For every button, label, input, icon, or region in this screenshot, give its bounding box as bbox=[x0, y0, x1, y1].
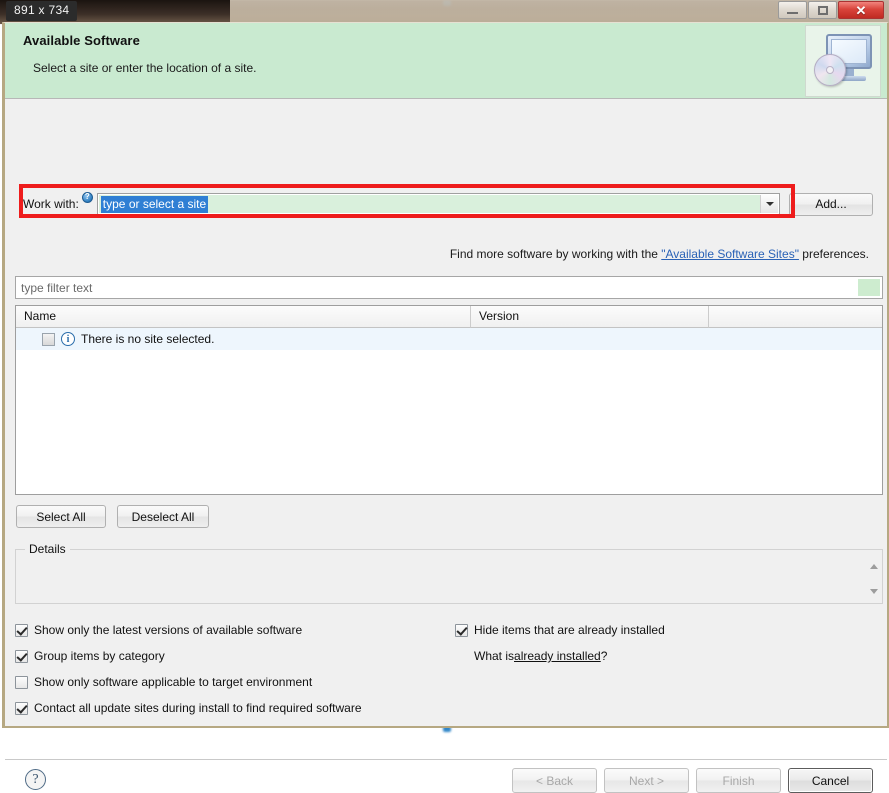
option-label: Show only the latest versions of availab… bbox=[34, 623, 303, 637]
maximize-button[interactable] bbox=[808, 1, 837, 19]
what-is-suffix: ? bbox=[600, 649, 608, 663]
maximize-icon bbox=[817, 5, 828, 15]
wizard-buttons: < Back Next > Finish Cancel bbox=[512, 768, 873, 793]
table-header: Name Version bbox=[16, 306, 882, 328]
finish-button[interactable]: Finish bbox=[696, 768, 781, 793]
selection-buttons: Select All Deselect All bbox=[16, 505, 209, 528]
work-with-combo[interactable]: type or select a site bbox=[96, 193, 780, 215]
cancel-button[interactable]: Cancel bbox=[788, 768, 873, 793]
minimize-button[interactable] bbox=[778, 1, 807, 19]
details-legend: Details bbox=[25, 542, 70, 556]
work-with-row: Work with: type or select a site Add... bbox=[23, 191, 873, 216]
work-with-input[interactable]: type or select a site bbox=[100, 195, 209, 213]
option-contact-all-update-sites[interactable]: Contact all update sites during install … bbox=[15, 695, 362, 721]
option-hide-installed[interactable]: Hide items that are already installed bbox=[455, 617, 665, 643]
available-software-sites-link[interactable]: "Available Software Sites" bbox=[661, 247, 799, 261]
page-title: Available Software bbox=[23, 33, 140, 48]
software-table[interactable]: Name Version i There is no site selected… bbox=[15, 305, 883, 495]
option-label: Contact all update sites during install … bbox=[34, 701, 362, 715]
combo-dropdown-button[interactable] bbox=[760, 195, 778, 213]
checkbox-hide-installed[interactable] bbox=[455, 623, 468, 637]
available-software-dialog: Available Software Select a site or ente… bbox=[2, 22, 889, 793]
window-controls: ✕ bbox=[778, 1, 884, 19]
close-icon: ✕ bbox=[855, 2, 867, 18]
find-more-software-text: Find more software by working with the "… bbox=[450, 247, 869, 261]
filter-placeholder: type filter text bbox=[21, 280, 93, 295]
chevron-down-icon bbox=[765, 202, 774, 206]
footer-separator bbox=[5, 759, 887, 760]
already-installed-link[interactable]: already installed bbox=[514, 649, 601, 663]
add-site-button[interactable]: Add... bbox=[789, 192, 873, 216]
checkbox-group-by-category[interactable] bbox=[15, 649, 28, 663]
disc-hole bbox=[826, 66, 834, 74]
what-is-prefix: What is bbox=[474, 649, 515, 663]
help-icon[interactable]: ? bbox=[25, 769, 46, 790]
details-frame bbox=[15, 549, 883, 604]
back-button[interactable]: < Back bbox=[512, 768, 597, 793]
option-label: Group items by category bbox=[34, 649, 165, 663]
details-group: Details bbox=[15, 542, 883, 604]
row-checkbox[interactable] bbox=[42, 332, 55, 346]
option-label: Hide items that are already installed bbox=[474, 623, 665, 637]
info-icon: i bbox=[61, 332, 75, 346]
what-is-already-installed-text: What is already installed? bbox=[455, 643, 665, 669]
next-button[interactable]: Next > bbox=[604, 768, 689, 793]
scroll-down-icon[interactable] bbox=[870, 589, 878, 594]
computer-disc-icon bbox=[805, 25, 881, 97]
page-subtitle: Select a site or enter the location of a… bbox=[33, 61, 257, 75]
option-group-by-category[interactable]: Group items by category bbox=[15, 643, 362, 669]
option-label: Show only software applicable to target … bbox=[34, 675, 313, 689]
options-left-column: Show only the latest versions of availab… bbox=[15, 617, 362, 721]
minimize-icon bbox=[787, 12, 798, 14]
column-header-version[interactable]: Version bbox=[471, 306, 709, 328]
deselect-all-button[interactable]: Deselect All bbox=[117, 505, 209, 528]
scroll-up-icon[interactable] bbox=[870, 564, 878, 569]
table-row[interactable]: i There is no site selected. bbox=[16, 328, 882, 350]
disc-icon bbox=[814, 54, 846, 86]
option-show-latest-versions[interactable]: Show only the latest versions of availab… bbox=[15, 617, 362, 643]
select-all-button[interactable]: Select All bbox=[16, 505, 106, 528]
table-row-name: There is no site selected. bbox=[81, 332, 215, 346]
find-more-prefix: Find more software by working with the bbox=[449, 247, 662, 261]
work-with-label: Work with: bbox=[23, 197, 79, 211]
checkbox-contact-all-update-sites[interactable] bbox=[15, 701, 28, 715]
info-icon bbox=[81, 191, 93, 203]
column-header-name[interactable]: Name bbox=[16, 306, 471, 328]
filter-input[interactable]: type filter text bbox=[15, 276, 883, 299]
dialog-header-banner: Available Software Select a site or ente… bbox=[5, 23, 887, 99]
checkbox-show-latest-versions[interactable] bbox=[15, 623, 28, 637]
option-target-environment[interactable]: Show only software applicable to target … bbox=[15, 669, 362, 695]
options-right-column: Hide items that are already installed Wh… bbox=[455, 617, 665, 669]
details-scrollbar[interactable] bbox=[868, 564, 880, 594]
filter-green-chip bbox=[858, 279, 880, 296]
checkbox-target-environment[interactable] bbox=[15, 675, 28, 689]
close-button[interactable]: ✕ bbox=[838, 1, 884, 19]
find-more-suffix: preferences. bbox=[798, 247, 869, 261]
window-size-badge: 891 x 734 bbox=[6, 1, 78, 21]
column-header-blank[interactable] bbox=[709, 306, 882, 328]
